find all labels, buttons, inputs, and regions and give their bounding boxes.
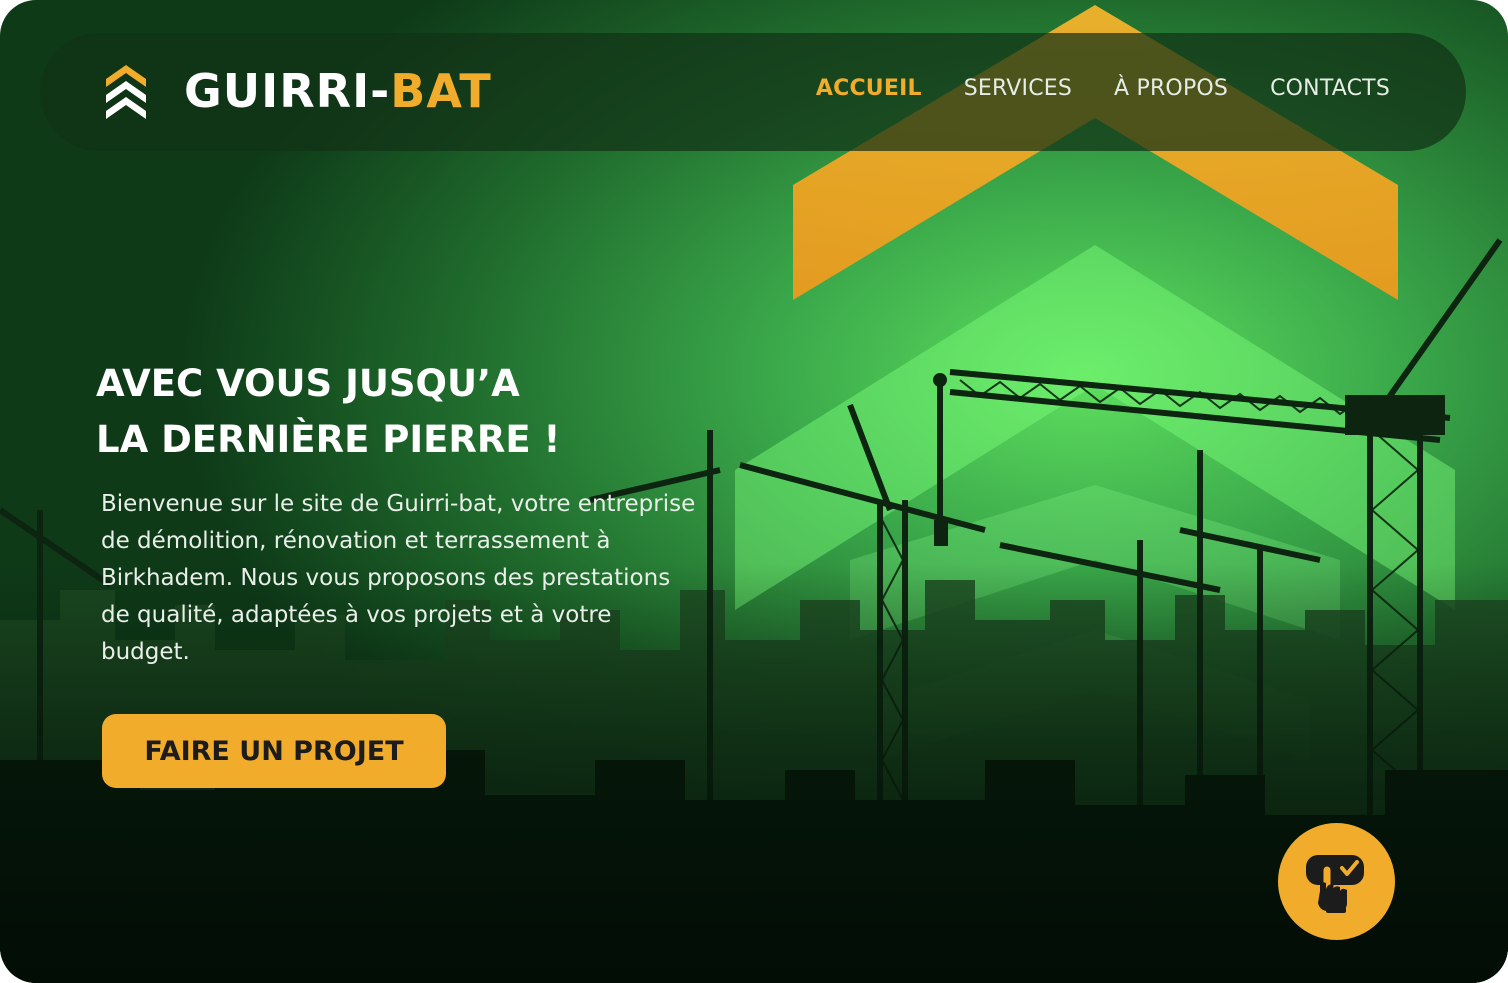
- brand-name-main: GUIRRI-: [184, 64, 391, 118]
- hero-title-line-1: AVEC VOUS JUSQU’A: [96, 362, 520, 405]
- chevron-stack-icon: [106, 65, 146, 119]
- floating-action-button[interactable]: [1278, 823, 1395, 940]
- top-navbar: GUIRRI-BAT ACCUEIL SERVICES À PROPOS CON…: [40, 33, 1466, 151]
- tap-hand-icon: [1305, 854, 1364, 913]
- start-project-button[interactable]: FAIRE UN PROJET: [102, 714, 446, 788]
- brand-name: GUIRRI-BAT: [184, 64, 492, 118]
- hero-section: AVEC VOUS JUSQU’A LA DERNIÈRE PIERRE ! B…: [96, 356, 701, 671]
- brand-name-accent: BAT: [390, 64, 492, 118]
- nav-link-services[interactable]: SERVICES: [964, 76, 1072, 101]
- page-frame: GUIRRI-BAT ACCUEIL SERVICES À PROPOS CON…: [0, 0, 1508, 983]
- nav-link-a-propos[interactable]: À PROPOS: [1114, 76, 1228, 101]
- hero-title-line-2: LA DERNIÈRE PIERRE !: [96, 418, 561, 461]
- main-nav: ACCUEIL SERVICES À PROPOS CONTACTS: [816, 76, 1390, 101]
- brand-logo[interactable]: GUIRRI-BAT: [104, 59, 492, 123]
- nav-link-accueil[interactable]: ACCUEIL: [816, 76, 922, 101]
- hero-description: Bienvenue sur le site de Guirri-bat, vot…: [101, 491, 696, 665]
- hero-title: AVEC VOUS JUSQU’A LA DERNIÈRE PIERRE !: [96, 356, 701, 468]
- nav-link-contacts[interactable]: CONTACTS: [1270, 76, 1390, 101]
